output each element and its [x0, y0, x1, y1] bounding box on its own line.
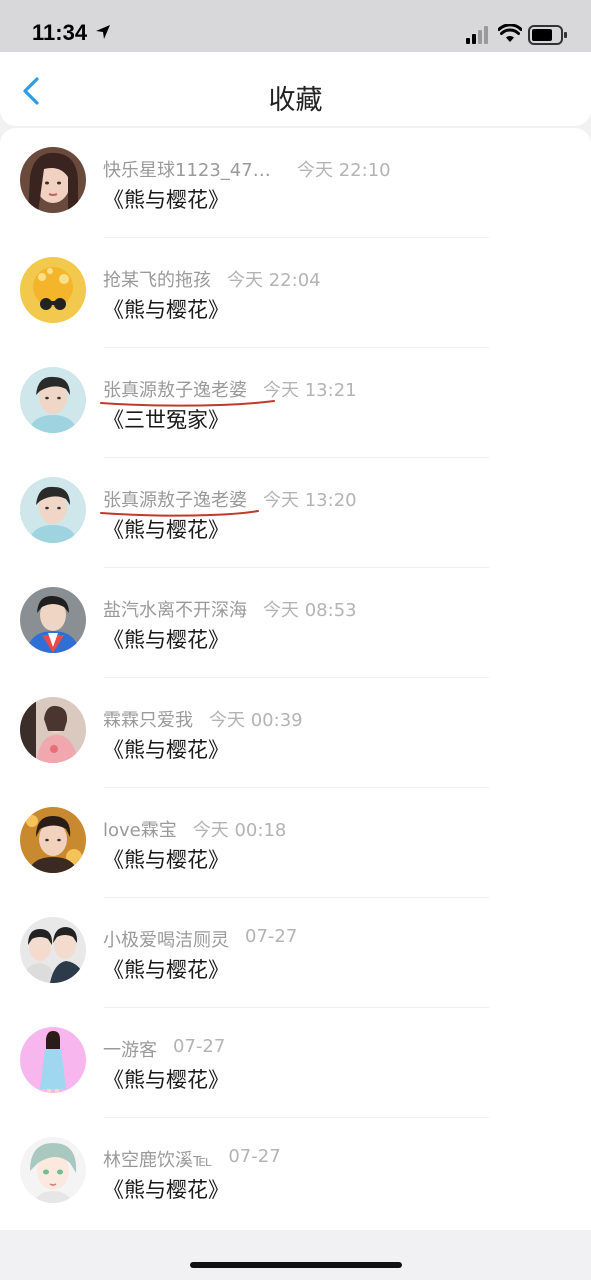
user-meta: 抢某飞的拖孩 今天 22:04	[103, 266, 321, 292]
user-meta: 快乐星球1123_471... 今天 22:10	[103, 156, 391, 182]
user-meta: 林空鹿饮溪℡ 07-27	[103, 1146, 281, 1172]
avatar	[20, 807, 86, 873]
username[interactable]: 一游客	[103, 1036, 157, 1062]
list-item[interactable]: 快乐星球1123_471... 今天 22:10 《熊与樱花》	[0, 128, 591, 238]
status-bar: 11:34	[0, 0, 591, 52]
avatar	[20, 147, 86, 213]
timestamp: 07-27	[173, 1036, 226, 1057]
timestamp: 今天 13:20	[263, 490, 357, 511]
username[interactable]: 张真源敖子逸老婆	[103, 486, 247, 512]
cellular-signal-icon	[466, 26, 492, 48]
username[interactable]: 张真源敖子逸老婆	[103, 376, 247, 402]
timestamp: 今天 13:21	[263, 380, 357, 401]
nav-header: 收藏	[0, 52, 591, 126]
list-item[interactable]: 一游客 07-27 《熊与樱花》	[0, 1008, 591, 1118]
user-meta: 张真源敖子逸老婆 今天 13:21	[103, 376, 357, 402]
timestamp: 今天 22:04	[227, 270, 321, 291]
user-meta: 张真源敖子逸老婆 今天 13:20	[103, 486, 357, 512]
avatar	[20, 587, 86, 653]
wifi-icon	[497, 23, 523, 48]
book-title[interactable]: 《三世冤家》	[103, 404, 229, 434]
book-title[interactable]: 《熊与樱花》	[103, 954, 229, 984]
timestamp: 今天 08:53	[263, 600, 357, 621]
list-item[interactable]: 张真源敖子逸老婆 今天 13:20 《熊与樱花》	[0, 458, 591, 568]
list-item[interactable]: 林空鹿饮溪℡ 07-27 《熊与樱花》	[0, 1118, 591, 1228]
list-item[interactable]: 抢某飞的拖孩 今天 22:04 《熊与樱花》	[0, 238, 591, 348]
book-title[interactable]: 《熊与樱花》	[103, 624, 229, 654]
list-item[interactable]: 盐汽水离不开深海 今天 08:53 《熊与樱花》	[0, 568, 591, 678]
avatar	[20, 257, 86, 323]
location-arrow-icon	[95, 24, 111, 44]
username[interactable]: 小极爱喝洁厕灵	[103, 926, 229, 952]
username[interactable]: 霖霖只爱我	[103, 706, 193, 732]
book-title[interactable]: 《熊与樱花》	[103, 514, 229, 544]
list-item[interactable]: 霖霖只爱我 今天 00:39 《熊与樱花》	[0, 678, 591, 788]
book-title[interactable]: 《熊与樱花》	[103, 734, 229, 764]
list-item[interactable]: 张真源敖子逸老婆 今天 13:21 《三世冤家》	[0, 348, 591, 458]
battery-icon	[528, 25, 568, 49]
book-title[interactable]: 《熊与樱花》	[103, 1174, 229, 1204]
list-item[interactable]: love霖宝 今天 00:18 《熊与樱花》	[0, 788, 591, 898]
username[interactable]: 抢某飞的拖孩	[103, 266, 211, 292]
favorites-list: 快乐星球1123_471... 今天 22:10 《熊与樱花》 抢某飞的拖孩 今天 …	[0, 128, 591, 1230]
page-title: 收藏	[268, 85, 323, 116]
timestamp: 今天 00:18	[192, 820, 287, 841]
status-time: 11:34	[32, 20, 88, 45]
avatar	[20, 917, 86, 983]
avatar	[20, 697, 86, 763]
user-meta: 小极爱喝洁厕灵 07-27	[103, 926, 297, 952]
timestamp: 今天 22:10	[297, 160, 391, 181]
user-meta: 霖霖只爱我 今天 00:39	[103, 706, 303, 732]
home-indicator-area	[0, 1230, 591, 1280]
book-title[interactable]: 《熊与樱花》	[103, 294, 229, 324]
username[interactable]: 快乐星球1123_471...	[103, 156, 281, 182]
list-item[interactable]: 小极爱喝洁厕灵 07-27 《熊与樱花》	[0, 898, 591, 1008]
book-title[interactable]: 《熊与樱花》	[103, 844, 229, 874]
book-title[interactable]: 《熊与樱花》	[103, 1064, 229, 1094]
timestamp: 今天 00:39	[209, 710, 303, 731]
username[interactable]: 林空鹿饮溪℡	[103, 1146, 212, 1172]
avatar	[20, 1027, 86, 1093]
avatar	[20, 1137, 86, 1203]
book-title[interactable]: 《熊与樱花》	[103, 184, 229, 214]
user-meta: 一游客 07-27	[103, 1036, 225, 1062]
timestamp: 07-27	[228, 1146, 281, 1167]
username[interactable]: love霖宝	[103, 816, 177, 842]
home-indicator[interactable]	[190, 1262, 402, 1268]
username[interactable]: 盐汽水离不开深海	[103, 596, 247, 622]
timestamp: 07-27	[245, 926, 298, 947]
avatar	[20, 367, 86, 433]
user-meta: 盐汽水离不开深海 今天 08:53	[103, 596, 357, 622]
user-meta: love霖宝 今天 00:18	[103, 816, 286, 842]
avatar	[20, 477, 86, 543]
